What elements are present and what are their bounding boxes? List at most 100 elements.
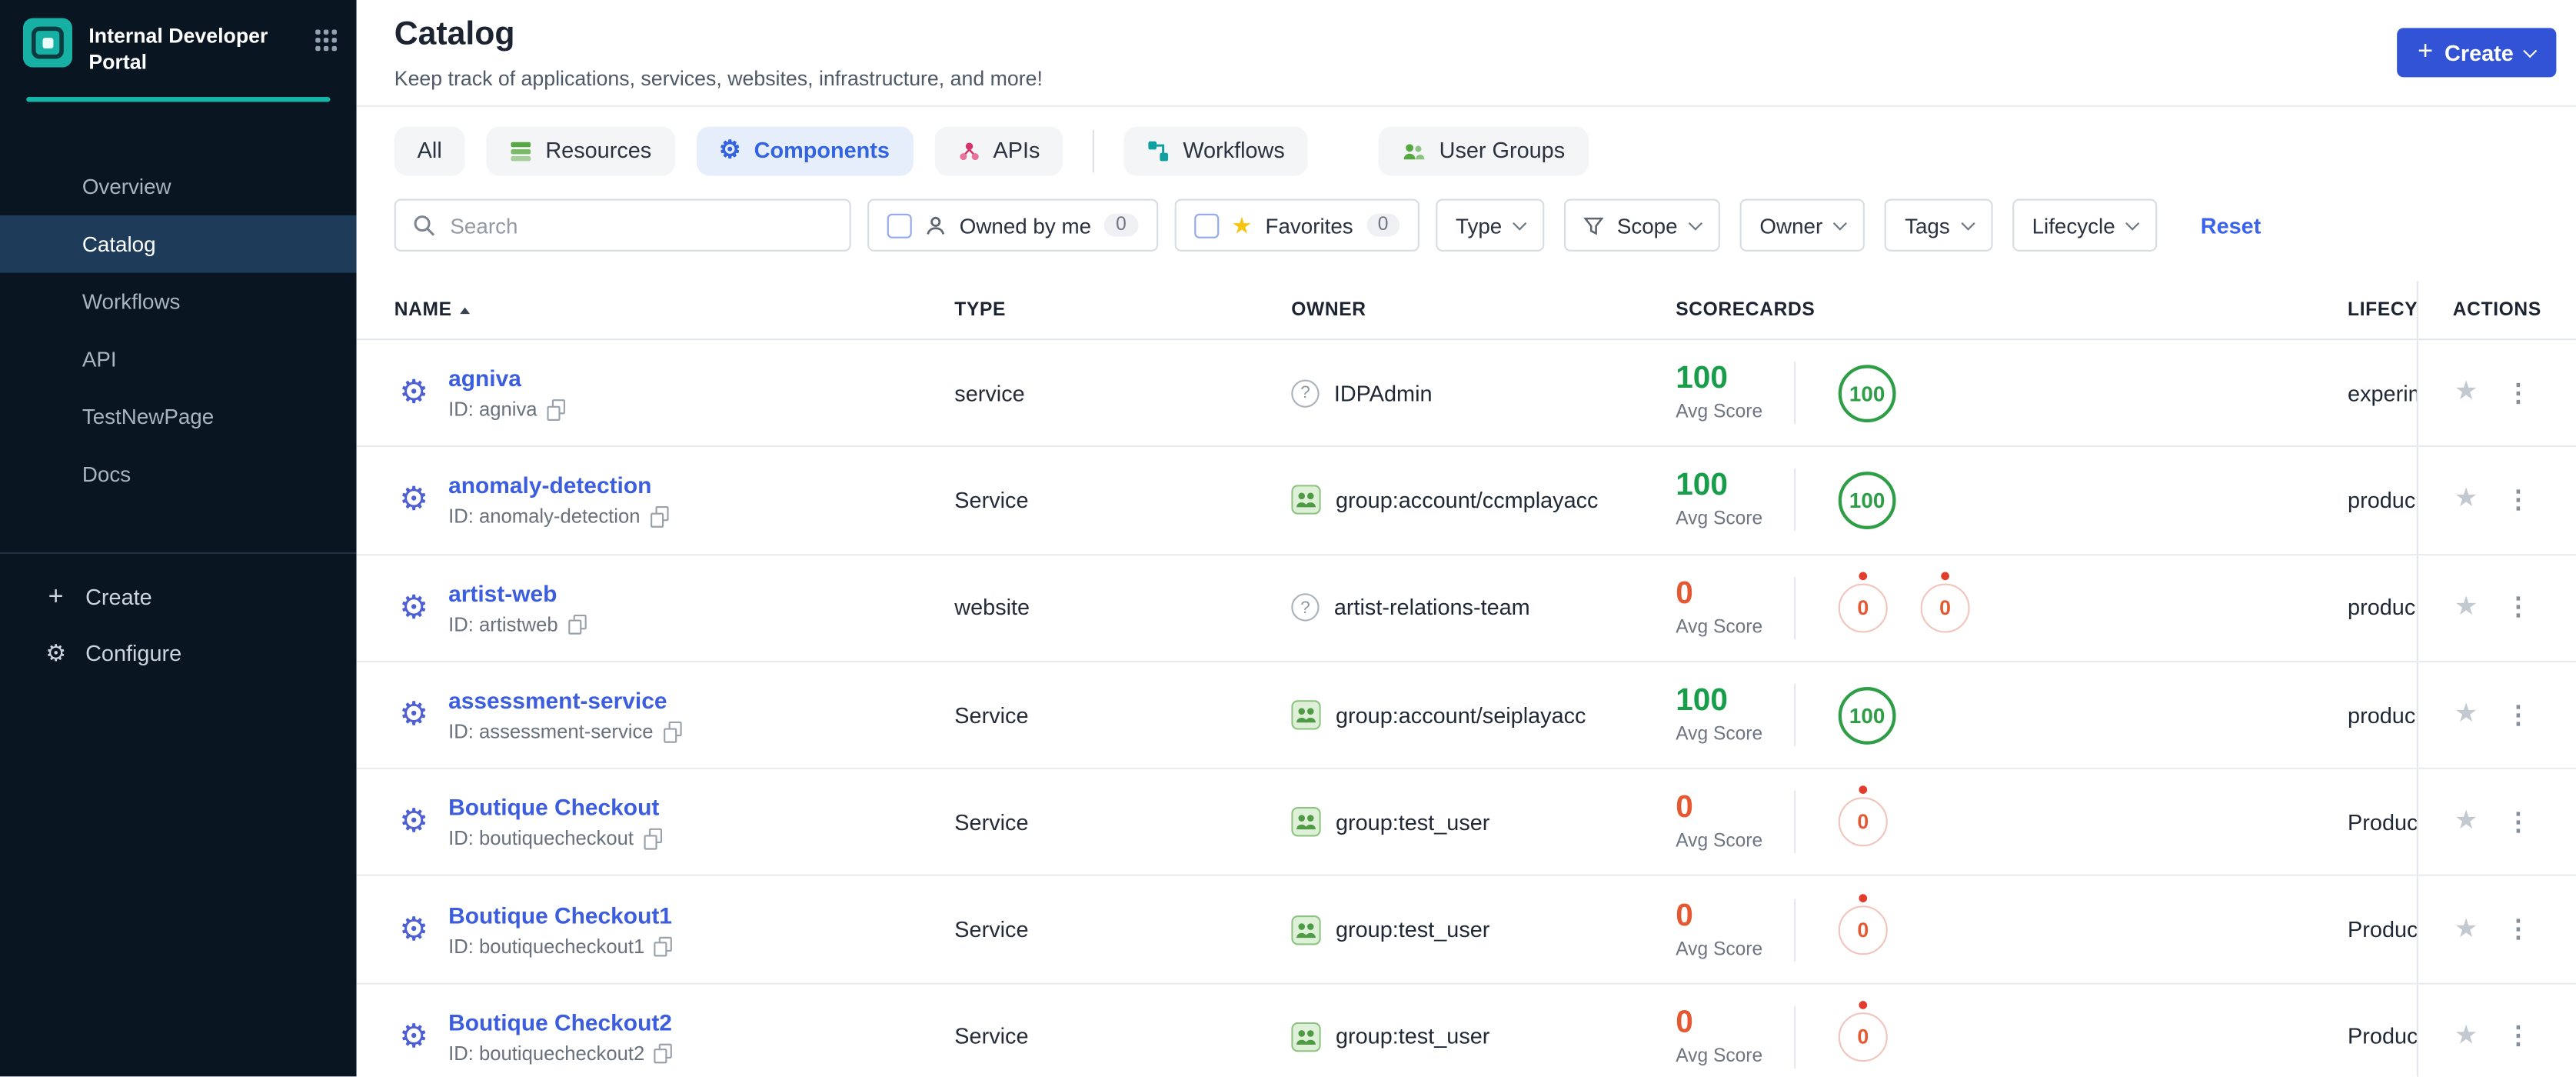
scorecard-badge[interactable]: 0	[1920, 571, 1970, 632]
sidebar-item-workflows[interactable]: Workflows	[0, 272, 357, 330]
entity-name-link[interactable]: Boutique Checkout1	[448, 902, 672, 928]
more-actions-icon[interactable]: ⋮	[2506, 702, 2531, 727]
scorecard-badge[interactable]: 0	[1838, 571, 1888, 632]
brand-accent-underline	[26, 95, 331, 102]
owned-by-me-checkbox[interactable]	[887, 212, 912, 238]
tab-components[interactable]: ⚙ Components	[695, 125, 913, 175]
filter-dropdown-lifecycle[interactable]: Lifecycle	[2012, 198, 2158, 252]
person-icon	[925, 215, 947, 236]
copy-icon[interactable]	[654, 936, 673, 957]
more-actions-icon[interactable]: ⋮	[2506, 381, 2531, 405]
components-icon: ⚙	[718, 136, 741, 165]
page-subtitle: Keep track of applications, services, we…	[394, 67, 1043, 91]
entity-name-link[interactable]: assessment-service	[448, 687, 681, 713]
column-header-type[interactable]: TYPE	[954, 300, 1291, 320]
filter-dropdown-tags[interactable]: Tags	[1885, 198, 1993, 252]
sidebar-item-docs[interactable]: Docs	[0, 445, 357, 502]
app-logo-icon	[22, 18, 73, 76]
more-actions-icon[interactable]: ⋮	[2506, 488, 2531, 512]
scorecard-divider	[1794, 362, 1796, 425]
more-actions-icon[interactable]: ⋮	[2506, 810, 2531, 835]
alert-dot	[1859, 1000, 1868, 1009]
tab-resources[interactable]: Resources	[486, 125, 675, 175]
search-box[interactable]	[394, 198, 851, 252]
more-actions-icon[interactable]: ⋮	[2506, 1025, 2531, 1049]
group-icon	[1291, 485, 1321, 515]
avg-score-label: Avg Score	[1676, 402, 1763, 423]
owned-by-me-filter[interactable]: Owned by me 0	[867, 198, 1158, 252]
more-actions-icon[interactable]: ⋮	[2506, 917, 2531, 942]
owner-name: artist-relations-team	[1333, 595, 1530, 620]
search-input[interactable]	[447, 211, 834, 239]
copy-icon[interactable]	[663, 721, 681, 742]
copy-icon[interactable]	[547, 399, 565, 421]
scorecard-badge[interactable]: 0	[1838, 893, 1888, 955]
group-icon	[1291, 807, 1321, 838]
page-title: Catalog	[394, 16, 515, 53]
avg-score-label: Avg Score	[1676, 510, 1763, 530]
dropdown-label: Lifecycle	[2032, 212, 2115, 238]
entity-id: ID: boutiquecheckout	[448, 827, 662, 850]
entity-name-link[interactable]: anomaly-detection	[448, 472, 668, 498]
favorite-star-icon[interactable]: ★	[2455, 486, 2478, 513]
column-header-scorecards[interactable]: SCORECARDS	[1676, 300, 2348, 320]
scorecard-badge[interactable]: 100	[1838, 364, 1896, 422]
name-cell: ⚙ Boutique Checkout ID: boutiquecheckout	[394, 795, 955, 850]
more-actions-icon[interactable]: ⋮	[2506, 595, 2531, 620]
app-switcher-icon[interactable]	[315, 29, 337, 52]
entity-name-link[interactable]: artist-web	[448, 580, 586, 606]
brand-line2: Portal	[88, 51, 148, 75]
tab-all[interactable]: All	[394, 125, 465, 175]
filter-dropdown-owner[interactable]: Owner	[1739, 198, 1865, 252]
owner-cell: group:test_user	[1291, 1022, 1676, 1052]
name-cell: ⚙ Boutique Checkout2 ID: boutiquecheckout2	[394, 1009, 955, 1065]
copy-icon[interactable]	[643, 829, 662, 850]
sidebar-item-api[interactable]: API	[0, 329, 357, 387]
tab-apis[interactable]: APIs	[934, 125, 1063, 175]
favorites-filter[interactable]: ★ Favorites 0	[1173, 198, 1420, 252]
favorite-star-icon[interactable]: ★	[2455, 809, 2478, 835]
component-gear-icon: ⚙	[399, 911, 429, 948]
favorite-star-icon[interactable]: ★	[2455, 594, 2478, 621]
avg-score-label: Avg Score	[1676, 725, 1763, 745]
sidebar-create-button[interactable]: + Create	[0, 569, 357, 625]
sidebar-item-testnewpage[interactable]: TestNewPage	[0, 387, 357, 445]
scorecards-cell: 0 Avg Score 0	[1676, 1000, 2348, 1069]
column-header-lifecycle[interactable]: LIFECYC	[2348, 280, 2417, 339]
tab-user-groups[interactable]: User Groups	[1378, 125, 1589, 175]
copy-icon[interactable]	[567, 614, 586, 635]
favorites-checkbox[interactable]	[1193, 212, 1219, 238]
favorite-star-icon[interactable]: ★	[2455, 701, 2478, 728]
scorecard-badge[interactable]: 0	[1838, 785, 1888, 847]
table-row: ⚙ artist-web ID: artistweb website? artist-r…	[356, 555, 2576, 662]
favorite-star-icon[interactable]: ★	[2455, 1023, 2478, 1050]
reset-filters-link[interactable]: Reset	[2201, 213, 2261, 238]
filter-dropdown-type[interactable]: Type	[1436, 198, 1545, 252]
favorite-star-icon[interactable]: ★	[2455, 379, 2478, 406]
copy-icon[interactable]	[654, 1043, 673, 1065]
entity-name-link[interactable]: Boutique Checkout2	[448, 1009, 672, 1035]
sidebar-item-catalog[interactable]: Catalog	[0, 214, 357, 272]
component-gear-icon: ⚙	[399, 589, 429, 626]
scorecard-badge[interactable]: 100	[1838, 686, 1896, 744]
lifecycle-cell: Produc	[2348, 809, 2417, 835]
column-header-owner[interactable]: OWNER	[1291, 300, 1676, 320]
copy-icon[interactable]	[650, 506, 668, 528]
favorite-star-icon[interactable]: ★	[2455, 915, 2478, 942]
type-cell: Service	[954, 488, 1029, 513]
unknown-user-icon: ?	[1291, 378, 1320, 408]
entity-id: ID: boutiquecheckout1	[448, 935, 673, 958]
sidebar: Internal Developer Portal Overview Catalo…	[0, 0, 357, 1077]
owner-cell: group:test_user	[1291, 915, 1676, 945]
column-header-name[interactable]: NAME	[394, 300, 955, 320]
create-button[interactable]: + Create	[2396, 28, 2557, 78]
sidebar-item-overview[interactable]: Overview	[0, 157, 357, 215]
filter-dropdown-scope[interactable]: Scope	[1564, 198, 1721, 252]
tab-label: Workflows	[1183, 138, 1285, 163]
tab-workflows[interactable]: Workflows	[1123, 125, 1308, 175]
sidebar-configure-button[interactable]: ⚙ Configure	[0, 625, 357, 680]
scorecard-badge[interactable]: 100	[1838, 472, 1896, 529]
entity-name-link[interactable]: Boutique Checkout	[448, 795, 661, 821]
entity-name-link[interactable]: agniva	[448, 365, 565, 392]
scorecard-badge[interactable]: 0	[1838, 1000, 1888, 1062]
